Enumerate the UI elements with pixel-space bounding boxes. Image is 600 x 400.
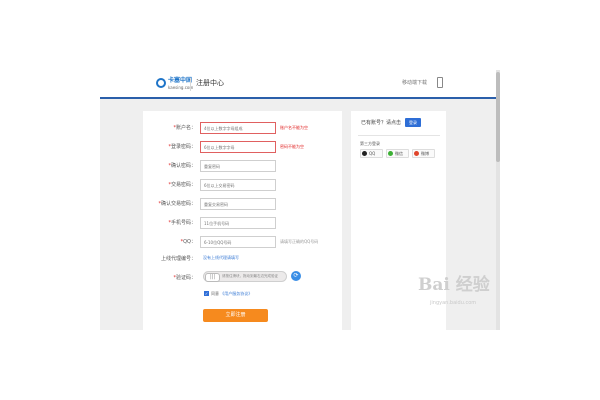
field-label-phone: *手机号码：: [168, 220, 196, 226]
qq-hint: 请填写正确的QQ号码: [280, 239, 319, 244]
trade-password-input[interactable]: [200, 179, 276, 191]
password-input[interactable]: [200, 141, 276, 153]
phone-input[interactable]: [200, 217, 276, 229]
page-title: 注册中心: [196, 79, 224, 87]
phone-icon[interactable]: [437, 77, 443, 88]
field-label-account: *账户名：: [173, 125, 196, 131]
third-party-login-title: 第三方登录: [360, 141, 380, 146]
logo-text[interactable]: 卡塞中国: [168, 78, 192, 84]
account-input[interactable]: [200, 122, 276, 134]
agree-label: 同意: [211, 291, 219, 296]
field-label-confirm-trade-password: *确认交易密码：: [158, 201, 196, 207]
register-button[interactable]: 立即注册: [203, 309, 268, 322]
watermark: Bai 经验: [418, 275, 490, 295]
weibo-login-label: 微博: [421, 151, 429, 156]
field-label-captcha: *验证码：: [173, 275, 196, 281]
field-label-qq: *QQ：: [180, 239, 196, 245]
field-label-confirm-password: *确认密码：: [168, 163, 196, 169]
mobile-download-link[interactable]: 移动端下载: [402, 79, 427, 87]
confirm-password-input[interactable]: [200, 160, 276, 172]
header-divider: [190, 78, 191, 91]
account-error-hint: 账户名不能为空: [280, 125, 308, 130]
refresh-icon[interactable]: ⟳: [291, 271, 301, 281]
site-header: 卡塞中国 kaesing.com 注册中心 移动端下载: [100, 70, 500, 97]
wechat-icon: [388, 151, 393, 156]
referral-link[interactable]: 没有上线代理请填写: [203, 255, 239, 261]
login-button[interactable]: 登录: [405, 118, 421, 127]
qq-input[interactable]: [200, 236, 276, 248]
captcha-instruction: 请按住滑块，拖动到最右边完成验证: [222, 274, 278, 278]
side-divider: [358, 135, 440, 136]
logo-icon[interactable]: [156, 78, 166, 88]
wechat-login-label: 微信: [395, 151, 403, 156]
field-label-referral: 上线代理编号：: [160, 256, 196, 262]
watermark-subtext: jingyan.baidu.com: [430, 300, 477, 306]
weibo-icon: [414, 151, 419, 156]
login-question: 已有账号？请点击: [361, 120, 402, 126]
agree-checkbox[interactable]: ✓: [204, 291, 209, 296]
field-label-trade-password: *交易密码：: [168, 182, 196, 188]
qq-login-label: QQ: [369, 151, 376, 156]
password-error-hint: 密码不能为空: [280, 144, 304, 149]
qq-icon: [362, 151, 367, 156]
agreement-link[interactable]: 《用户服务协议》: [220, 291, 252, 296]
captcha-slider-handle[interactable]: |||: [205, 273, 220, 282]
confirm-trade-password-input[interactable]: [200, 198, 276, 210]
agree-text: 同意 《用户服务协议》: [211, 290, 252, 297]
field-label-password: *登录密码：: [168, 144, 196, 150]
scrollbar-thumb[interactable]: [496, 72, 500, 162]
